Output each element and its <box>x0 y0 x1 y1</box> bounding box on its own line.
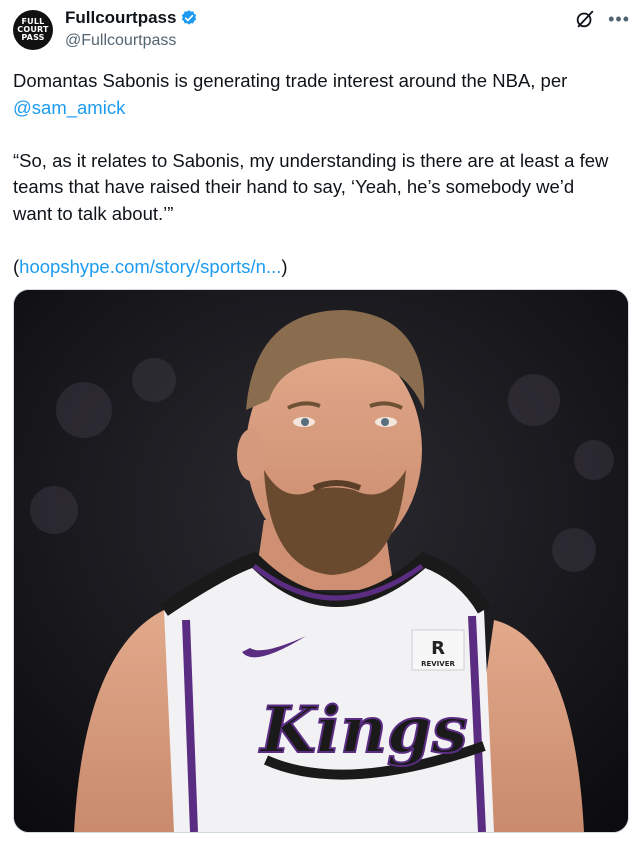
source-link-row: (hoopshype.com/story/sports/n...) <box>13 254 625 281</box>
display-name[interactable]: Fullcourtpass <box>65 8 176 28</box>
avatar-line-3: PASS <box>21 33 45 42</box>
tweet-photo[interactable]: R REVIVER Kings <box>13 289 629 833</box>
username-handle[interactable]: @Fullcourtpass <box>65 32 176 50</box>
top-right-actions: ••• <box>574 8 630 30</box>
jersey-wordmark: Kings <box>258 693 467 768</box>
paren-close: ) <box>281 255 288 277</box>
quote-line-1: “So, as it relates to Sabonis, my unders… <box>13 149 609 171</box>
patch-text: REVIVER <box>421 660 455 668</box>
avatar[interactable]: FULL COURT PASS <box>13 10 53 50</box>
mention-link[interactable]: @sam_amick <box>13 95 625 122</box>
grok-icon[interactable] <box>574 8 596 30</box>
source-link[interactable]: hoopshype.com/story/sports/n... <box>19 256 281 277</box>
author-name-row: Fullcourtpass <box>65 8 198 28</box>
tweet-line-1: Domantas Sabonis is generating trade int… <box>13 70 568 91</box>
svg-text:R: R <box>431 638 445 659</box>
quote-line-2: teams that have raised their hand to say… <box>13 176 575 197</box>
tweet-text: Domantas Sabonis is generating trade int… <box>13 68 625 280</box>
tweet-card: FULL COURT PASS Fullcourtpass @Fullcourt… <box>0 0 640 845</box>
more-options-icon[interactable]: ••• <box>608 10 630 28</box>
verified-badge-icon <box>182 10 197 25</box>
quote-line-3: want to talk about.’” <box>13 202 174 224</box>
player-photo-illustration: R REVIVER Kings <box>14 290 628 832</box>
